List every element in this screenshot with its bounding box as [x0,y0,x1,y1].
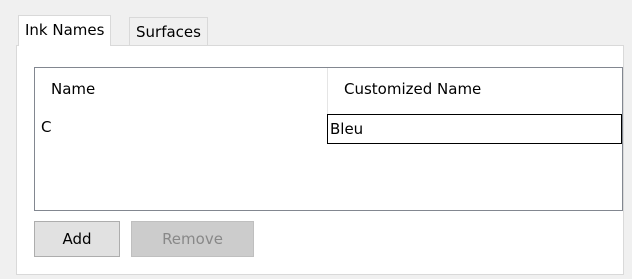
cell-name[interactable]: C [41,118,51,136]
column-header-customized-name[interactable]: Customized Name [344,80,481,98]
column-divider[interactable] [327,68,328,116]
remove-button: Remove [131,221,254,257]
column-header-name[interactable]: Name [51,80,95,98]
tab-ink-names[interactable]: Ink Names [18,15,112,46]
tab-ink-names-label: Ink Names [25,21,105,39]
add-button[interactable]: Add [34,221,120,257]
customized-name-edit-field[interactable]: Bleu [327,114,622,144]
tab-surfaces-label: Surfaces [136,23,201,41]
ink-names-table[interactable]: Name Customized Name C Bleu [34,67,623,211]
tab-surfaces[interactable]: Surfaces [129,17,208,45]
